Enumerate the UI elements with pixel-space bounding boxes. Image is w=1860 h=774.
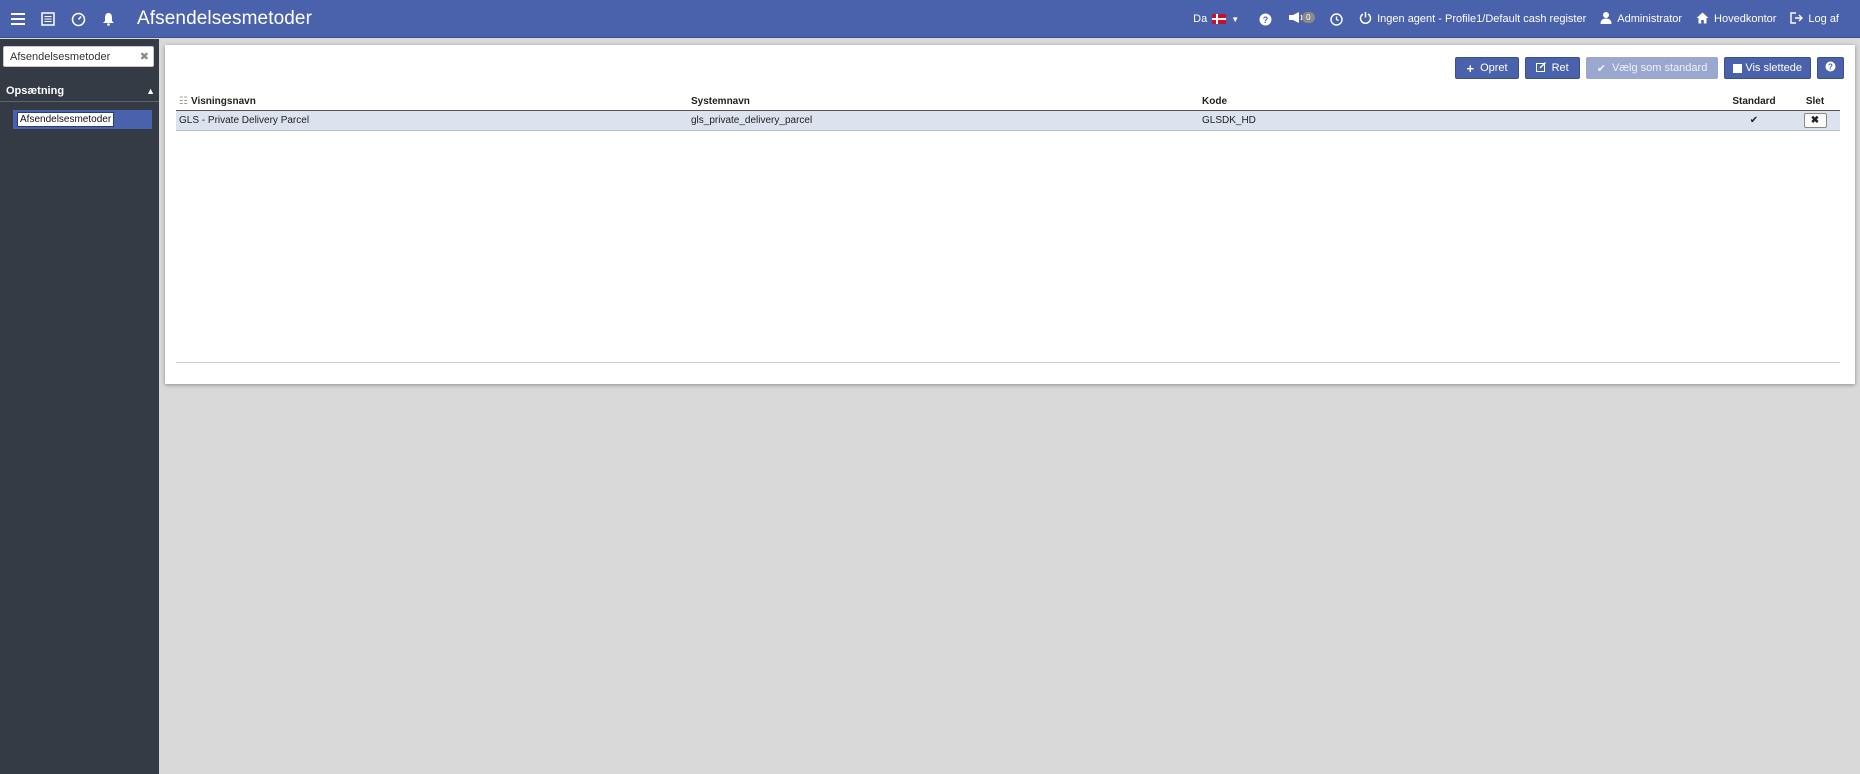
top-bar: Afsendelsesmetoder Da ▼ ? 0 Ingen agent … xyxy=(0,0,1860,38)
edit-label: Ret xyxy=(1551,62,1569,74)
agent-status[interactable]: Ingen agent - Profile1/Default cash regi… xyxy=(1359,11,1586,27)
list-icon[interactable] xyxy=(40,11,56,27)
set-default-label: Vælg som standard xyxy=(1611,62,1708,74)
clear-search-icon[interactable]: ✖ xyxy=(140,50,149,63)
edit-icon xyxy=(1535,61,1546,75)
dashboard-icon[interactable] xyxy=(70,11,86,27)
delete-row-button[interactable]: ✖ xyxy=(1803,112,1827,128)
bell-icon[interactable] xyxy=(100,11,116,27)
user-name: Administrator xyxy=(1617,13,1683,25)
sidebar-section-label: Opsætning xyxy=(6,85,65,97)
sidebar-item-afsendelsesmetoder[interactable]: Afsendelsesmetoder xyxy=(13,110,152,129)
logout-label: Log af xyxy=(1808,13,1839,25)
toolbar: + Opret Ret ✔ Vælg som standard Vis slet… xyxy=(1455,57,1844,79)
panel-help-button[interactable]: ? xyxy=(1817,57,1844,79)
cell-standard: ✔ xyxy=(1718,110,1790,131)
office-name: Hovedkontor xyxy=(1714,13,1777,25)
language-code: Da xyxy=(1193,13,1208,25)
help-icon: ? xyxy=(1825,61,1836,75)
standard-check-icon: ✔ xyxy=(1749,114,1759,126)
caret-down-icon: ▼ xyxy=(1231,14,1240,24)
check-icon: ✔ xyxy=(1596,62,1606,75)
page-title: Afsendelsesmetoder xyxy=(137,8,313,29)
set-default-button[interactable]: ✔ Vælg som standard xyxy=(1585,57,1719,79)
user-menu[interactable]: Administrator xyxy=(1600,11,1682,27)
help-icon[interactable]: ? xyxy=(1259,13,1272,26)
table-row[interactable]: GLS - Private Delivery Parcel gls_privat… xyxy=(176,110,1840,131)
announcements[interactable]: 0 xyxy=(1288,11,1315,27)
office-menu[interactable]: Hovedkontor xyxy=(1696,12,1776,27)
top-left-icons xyxy=(10,0,116,38)
sidebar-item-label: Afsendelsesmetoder xyxy=(17,112,115,127)
show-deleted-checkbox[interactable] xyxy=(1733,63,1743,73)
table-footer-divider xyxy=(176,362,1840,363)
user-icon xyxy=(1600,11,1612,27)
main-panel: + Opret Ret ✔ Vælg som standard Vis slet… xyxy=(165,45,1855,384)
column-header-label: Visningsnavn xyxy=(190,95,256,107)
sidebar-section-setup[interactable]: Opsætning ▲ xyxy=(0,80,159,102)
column-chooser-icon[interactable]: ☷ xyxy=(179,96,188,107)
cell-system-name: gls_private_delivery_parcel xyxy=(688,110,1199,131)
agent-text: Ingen agent - Profile1/Default cash regi… xyxy=(1377,13,1587,25)
cell-delete: ✖ xyxy=(1790,110,1840,131)
clock-icon[interactable] xyxy=(1330,12,1343,26)
column-header-system-name[interactable]: Systemnavn xyxy=(688,93,1199,111)
svg-text:?: ? xyxy=(1828,63,1833,72)
logout-icon xyxy=(1790,11,1804,27)
edit-button[interactable]: Ret xyxy=(1524,57,1580,79)
power-icon xyxy=(1359,11,1372,27)
create-button[interactable]: + Opret xyxy=(1455,57,1519,79)
shipping-methods-table: ☷ Visningsnavn Systemnavn Kode Standard S… xyxy=(176,93,1840,131)
column-header-code[interactable]: Kode xyxy=(1199,93,1718,111)
language-selector[interactable]: Da ▼ xyxy=(1193,13,1239,25)
column-header-standard[interactable]: Standard xyxy=(1718,93,1790,111)
danish-flag-icon xyxy=(1212,14,1227,24)
plus-icon: + xyxy=(1466,60,1475,76)
logout-button[interactable]: Log af xyxy=(1790,11,1839,27)
cell-display-name: GLS - Private Delivery Parcel xyxy=(176,110,688,131)
svg-text:?: ? xyxy=(1263,15,1269,25)
show-deleted-toggle[interactable]: Vis slettede xyxy=(1724,57,1811,79)
column-header-display-name[interactable]: ☷ Visningsnavn xyxy=(176,93,688,111)
create-label: Opret xyxy=(1480,62,1508,74)
cell-code: GLSDK_HD xyxy=(1199,110,1718,131)
sidebar: ✖ Opsætning ▲ Afsendelsesmetoder xyxy=(0,39,159,774)
column-header-delete: Slet xyxy=(1790,93,1840,111)
top-right-menu: Da ▼ ? 0 Ingen agent - Profile1/Default … xyxy=(1179,0,1839,38)
caret-up-icon: ▲ xyxy=(146,86,155,96)
notification-count-badge: 0 xyxy=(1302,12,1315,23)
table-header-row: ☷ Visningsnavn Systemnavn Kode Standard S… xyxy=(176,93,1840,111)
sidebar-search-input[interactable] xyxy=(4,47,134,66)
sidebar-search: ✖ xyxy=(3,46,154,67)
hamburger-menu-icon[interactable] xyxy=(10,11,26,27)
home-icon xyxy=(1696,12,1709,27)
show-deleted-label: Vis slettede xyxy=(1745,62,1802,74)
